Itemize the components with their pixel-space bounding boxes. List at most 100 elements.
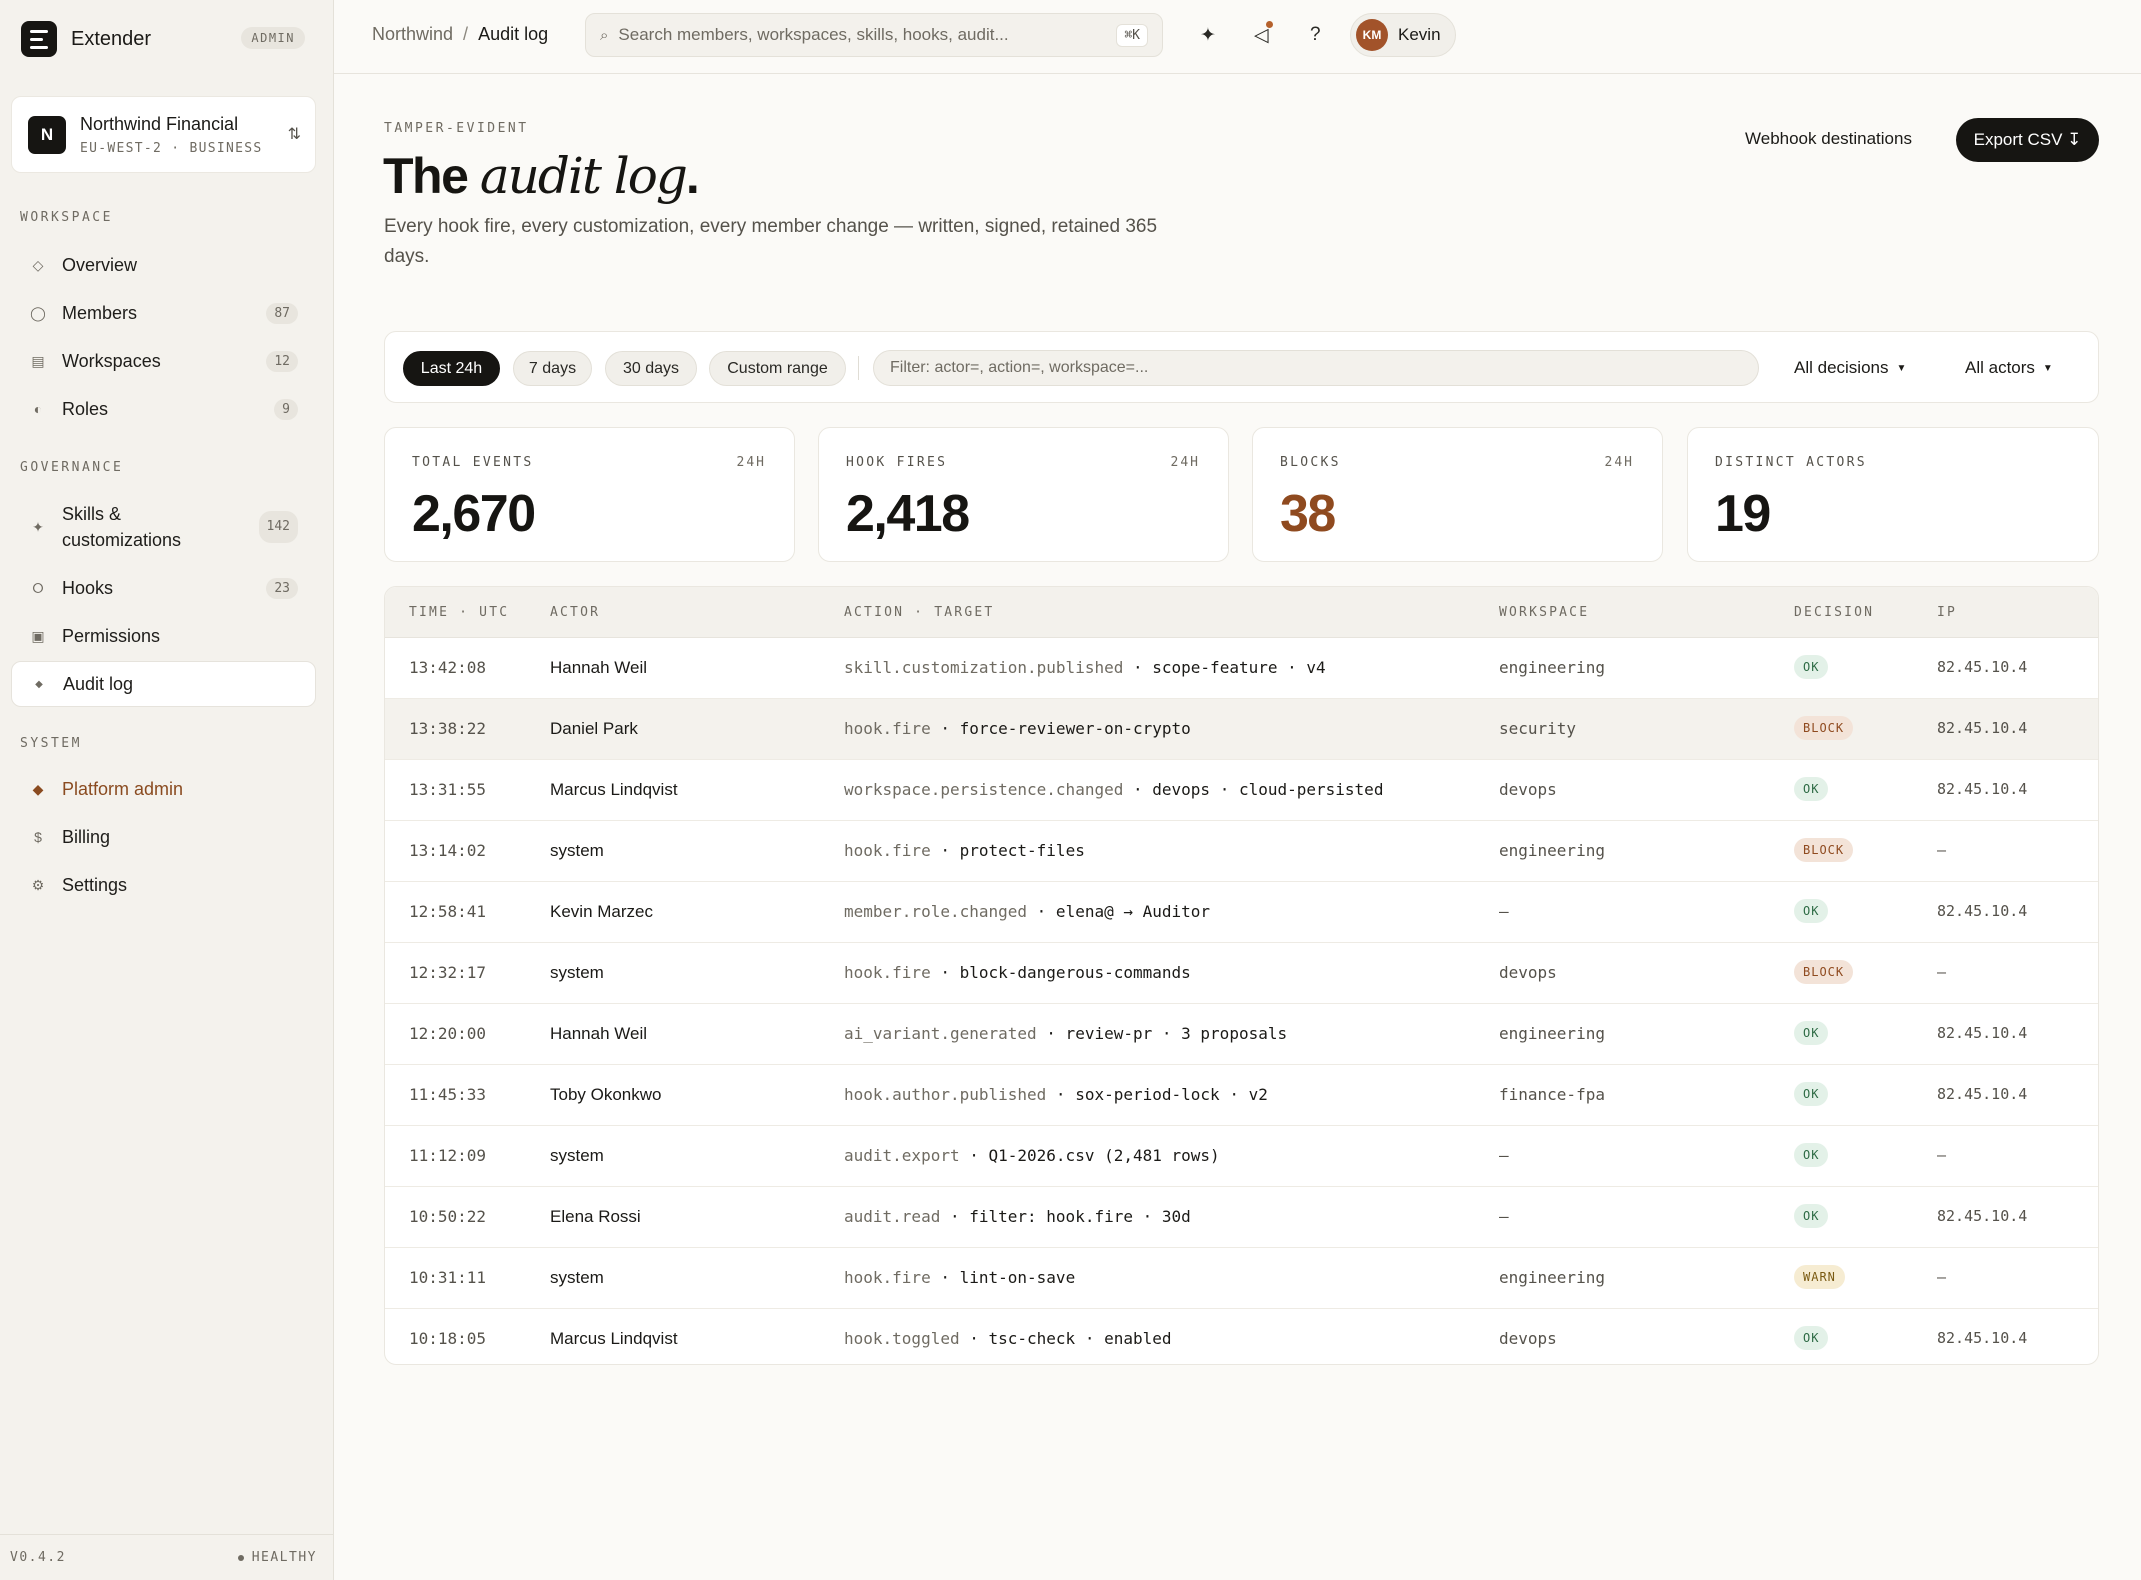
shortcut-hint: ⌘K (1116, 23, 1148, 47)
decision-badge: WARN (1794, 1265, 1845, 1289)
cell-action-target: hook.fire · lint-on-save (844, 1268, 1076, 1287)
decision-badge: OK (1794, 655, 1829, 679)
range-7-days[interactable]: 7 days (513, 351, 592, 386)
sidebar-item-billing[interactable]: $ Billing (11, 814, 316, 860)
table-row[interactable]: 10:18:05 Marcus Lindqvist hook.toggled ·… (385, 1309, 2098, 1364)
sidebar-item-audit-log[interactable]: ◆ Audit log (11, 661, 316, 707)
switch-arrows-icon[interactable]: ⇅ (288, 124, 301, 144)
cell-workspace: — (1499, 1146, 1509, 1165)
extender-logo-icon (21, 21, 57, 57)
column-header-workspace[interactable]: WORKSPACE (1499, 605, 1589, 620)
decision-badge: OK (1794, 1204, 1829, 1228)
audit-table: TIME · UTC ACTOR ACTION · TARGET WORKSPA… (384, 586, 2099, 1365)
search-input[interactable] (618, 25, 1117, 45)
cell-actor: system (550, 841, 604, 860)
sidebar-item-label: Hooks (62, 577, 114, 598)
table-row[interactable]: 12:20:00 Hannah Weil ai_variant.generate… (385, 1004, 2098, 1065)
sidebar-item-platform-admin[interactable]: ◆ Platform admin (11, 766, 316, 812)
brand[interactable]: Extender ADMIN (21, 20, 311, 58)
filter-bar: Last 24h 7 days 30 days Custom range All… (384, 331, 2099, 403)
table-row[interactable]: 13:31:55 Marcus Lindqvist workspace.pers… (385, 760, 2098, 821)
cell-decision: OK (1794, 1021, 1829, 1045)
cell-action-target: audit.read · filter: hook.fire · 30d (844, 1207, 1191, 1226)
version-label: V0.4.2 (10, 1550, 66, 1565)
sparkle-icon[interactable]: ✦ (1200, 24, 1216, 47)
table-row[interactable]: 11:12:09 system audit.export · Q1-2026.c… (385, 1126, 2098, 1187)
table-header: TIME · UTC ACTOR ACTION · TARGET WORKSPA… (385, 587, 2098, 638)
cell-ip: 82.45.10.4 (1937, 1024, 2028, 1042)
breadcrumb-parent[interactable]: Northwind (372, 24, 453, 44)
org-avatar: N (28, 115, 66, 154)
table-row[interactable]: 13:42:08 Hannah Weil skill.customization… (385, 638, 2098, 699)
sidebar-item-permissions[interactable]: ▣ Permissions (11, 613, 316, 659)
stat-label: HOOK FIRES (846, 455, 948, 470)
caret-down-icon: ▼ (1896, 363, 1907, 374)
cell-ip: — (1937, 1268, 1947, 1286)
count-badge: 9 (274, 398, 298, 420)
help-icon[interactable]: ? (1310, 24, 1321, 46)
stat-label: DISTINCT ACTORS (1715, 455, 1867, 470)
decision-badge: OK (1794, 899, 1829, 923)
range-last-24h[interactable]: Last 24h (403, 351, 500, 386)
export-csv-button[interactable]: Export CSV ↧ (1956, 118, 2099, 162)
breadcrumb: Northwind / Audit log (372, 24, 548, 45)
cell-ip: — (1937, 841, 1947, 859)
cell-actor: Hannah Weil (550, 1024, 648, 1043)
range-30-days[interactable]: 30 days (605, 351, 697, 386)
column-header-action[interactable]: ACTION · TARGET (844, 605, 994, 620)
decision-badge: BLOCK (1794, 716, 1854, 740)
cell-action-target: hook.author.published · sox-period-lock … (844, 1085, 1268, 1104)
sidebar-item-label: Roles (62, 398, 109, 419)
table-row[interactable]: 10:50:22 Elena Rossi audit.read · filter… (385, 1187, 2098, 1248)
cell-time: 12:20:00 (409, 1024, 487, 1043)
cell-action-target: hook.fire · block-dangerous-commands (844, 963, 1191, 982)
table-row[interactable]: 10:31:11 system hook.fire · lint-on-save… (385, 1248, 2098, 1309)
column-header-ip[interactable]: IP (1937, 605, 1957, 620)
sidebar-item-label: Members (62, 302, 138, 323)
sidebar-item-hooks[interactable]: ⭘ Hooks 23 (11, 565, 316, 611)
sidebar-item-label: Skills & customizations (62, 504, 182, 550)
megaphone-icon[interactable]: ◁ (1254, 21, 1273, 47)
stat-label: TOTAL EVENTS (412, 455, 534, 470)
cell-time: 12:58:41 (409, 902, 487, 921)
column-header-decision[interactable]: DECISION (1794, 605, 1874, 620)
sidebar-item-settings[interactable]: ⚙ Settings (11, 862, 316, 908)
table-row[interactable]: 12:32:17 system hook.fire · block-danger… (385, 943, 2098, 1004)
sparkle-icon: ✦ (32, 519, 44, 535)
cell-action-target: workspace.persistence.changed · devops ·… (844, 780, 1384, 799)
sidebar-item-workspaces[interactable]: ▤ Workspaces 12 (11, 338, 316, 384)
cell-decision: BLOCK (1794, 838, 1854, 862)
column-header-actor[interactable]: ACTOR (550, 605, 600, 620)
cell-time: 13:31:55 (409, 780, 487, 799)
cell-decision: OK (1794, 1326, 1829, 1350)
cell-actor: system (550, 1146, 604, 1165)
webhook-destinations-button[interactable]: Webhook destinations (1735, 119, 1922, 161)
table-row[interactable]: 13:38:22 Daniel Park hook.fire · force-r… (385, 699, 2098, 760)
filter-query-input[interactable] (873, 350, 1759, 386)
sidebar-item-overview[interactable]: ◇ Overview (11, 242, 316, 288)
table-row[interactable]: 12:58:41 Kevin Marzec member.role.change… (385, 882, 2098, 943)
stat-distinct-actors: DISTINCT ACTORS 19 (1687, 427, 2099, 562)
cell-time: 10:18:05 (409, 1329, 487, 1348)
user-menu[interactable]: KM Kevin (1350, 13, 1456, 57)
sidebar-item-members[interactable]: ◯ Members 87 (11, 290, 316, 336)
decision-badge: OK (1794, 1326, 1829, 1350)
count-badge: 87 (266, 302, 298, 324)
grid-icon: ▤ (31, 352, 45, 369)
cell-decision: OK (1794, 1204, 1829, 1228)
org-switcher[interactable]: N Northwind Financial EU-WEST-2 · BUSINE… (11, 96, 316, 173)
sidebar-item-label: Settings (62, 874, 128, 895)
cell-time: 13:14:02 (409, 841, 487, 860)
actor-select[interactable]: All actors ▼ (1965, 358, 2053, 378)
sidebar-item-skills[interactable]: ✦ Skills & customizations 142 (11, 498, 316, 556)
cell-action-target: member.role.changed · elena@ → Auditor (844, 902, 1211, 921)
table-row[interactable]: 13:14:02 system hook.fire · protect-file… (385, 821, 2098, 882)
cell-action-target: hook.fire · force-reviewer-on-crypto (844, 719, 1191, 738)
breadcrumb-separator: / (463, 24, 469, 44)
sidebar-item-roles[interactable]: ◐ Roles 9 (11, 386, 316, 432)
decision-select[interactable]: All decisions ▼ (1794, 358, 1906, 378)
table-row[interactable]: 11:45:33 Toby Okonkwo hook.author.publis… (385, 1065, 2098, 1126)
range-custom[interactable]: Custom range (709, 351, 846, 386)
column-header-time[interactable]: TIME · UTC (409, 605, 509, 620)
global-search[interactable]: ⌕ ⌘K (585, 13, 1163, 57)
